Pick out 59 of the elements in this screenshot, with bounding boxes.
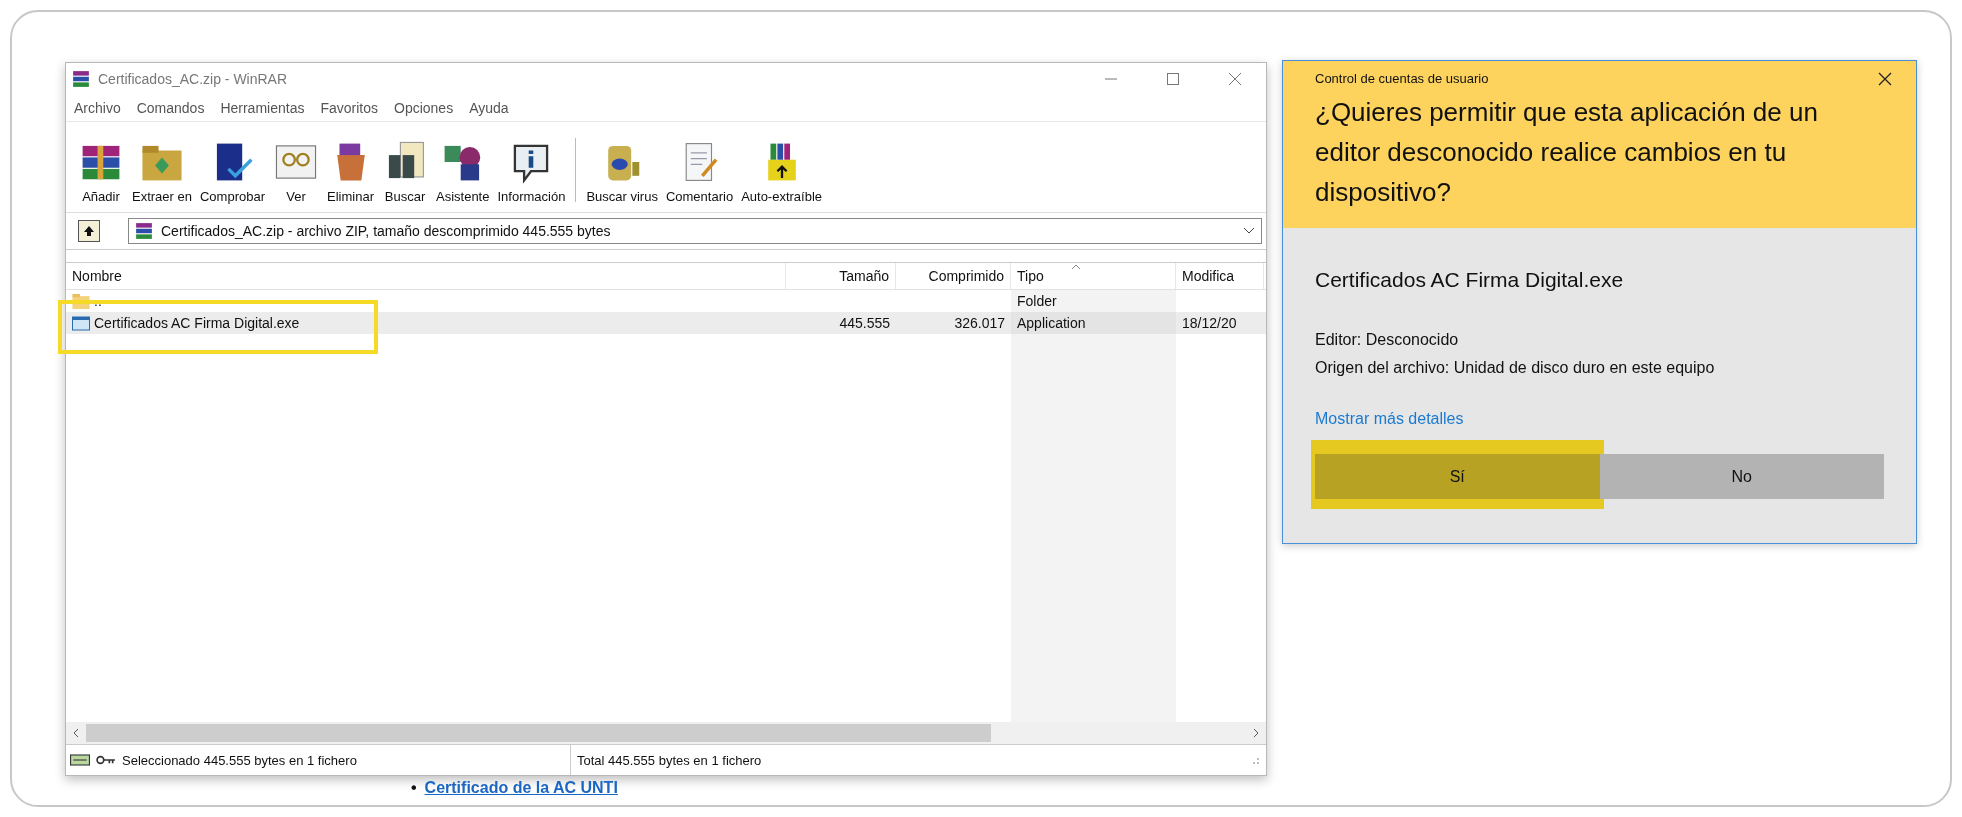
menu-item[interactable]: Comandos [136,100,205,116]
menu-item[interactable]: Ayuda [469,100,509,116]
table-cell: Certificados AC Firma Digital.exe [94,315,300,331]
key-icon [96,753,116,767]
file-row[interactable]: .. Folder [66,290,1266,312]
dialog-question: ¿Quieres permitir que esta aplicación de un editor desconocido realice cambios en tu dispositivo? [1315,96,1819,209]
maximize-icon[interactable] [1166,72,1180,86]
scroll-right-icon[interactable] [1252,728,1260,738]
table-cell: .. [94,293,102,309]
horizontal-scrollbar[interactable] [66,722,1266,744]
books-icon [72,70,90,88]
window-title: Certificados_AC.zip - WinRAR [98,71,288,87]
table-cell: Folder [1017,293,1057,309]
bullet: • [411,779,417,797]
toolbar-button[interactable]: Asistente [432,139,494,210]
column-header[interactable]: Comprimido [896,263,1011,289]
details-link[interactable]: Mostrar más detalles [1315,410,1464,428]
no-button[interactable]: No [1599,454,1884,499]
up-folder-button[interactable] [78,220,100,242]
toolbar-button[interactable]: Eliminar [323,139,378,210]
table-cell: 326.017 [954,315,1005,331]
column-header[interactable]: Modifica [1176,263,1264,289]
close-icon[interactable] [1878,71,1892,86]
menu-item[interactable]: Archivo [74,100,121,116]
toolbar-button[interactable]: Extraer en [128,139,196,210]
yes-button[interactable]: Sí [1315,454,1600,499]
toolbar-button[interactable]: Comentario [661,139,738,210]
table-cell: 445.555 [839,315,890,331]
application-icon [72,315,90,331]
toolbar-button[interactable]: Ver [269,139,323,210]
chevron-down-icon [1243,227,1255,235]
table-cell: 18/12/20 [1182,315,1237,331]
status-text: Total 445.555 bytes en 1 fichero [577,752,762,768]
dialog-caption: Control de cuentas de usuario [1315,71,1489,86]
drive-icon [70,753,90,767]
toolbar-button[interactable]: Información [493,139,570,210]
file-row[interactable]: Certificados AC Firma Digital.exe 445.555 326.017 Application 18/12/20 [66,312,1266,334]
menu-item[interactable]: Opciones [394,100,454,116]
menu-item[interactable]: Herramientas [220,100,305,116]
link[interactable]: Certificado de la AC UNTI [424,779,618,797]
resize-grip-icon[interactable] [1250,755,1260,765]
column-header[interactable]: Nombre [66,263,786,289]
toolbar-button[interactable]: Añadir [74,139,128,210]
address-field[interactable]: Certificados_AC.zip - archivo ZIP, tamaño descomprimido 445.555 bytes [128,218,1262,244]
column-header[interactable]: Tamaño [786,263,896,289]
toolbar-button[interactable]: Buscar virus [582,139,662,210]
toolbar-button[interactable]: Buscar [378,139,432,210]
toolbar-button[interactable]: Comprobar [196,139,269,210]
up-arrow-icon [82,224,96,238]
detail-text: Editor: Desconocido [1315,330,1460,350]
scroll-left-icon[interactable] [72,728,80,738]
program-name: Certificados AC Firma Digital.exe [1315,268,1624,292]
menu-item[interactable]: Favoritos [320,100,378,116]
detail-text: Origen del archivo: Unidad de disco duro en este equipo [1315,358,1715,378]
books-icon [135,222,153,240]
table-cell: Application [1017,315,1086,331]
column-header[interactable]: Tipo [1011,263,1176,289]
status-text: Seleccionado 445.555 bytes en 1 fichero [122,752,357,768]
toolbar-button[interactable]: Auto-extraíble [737,139,827,210]
